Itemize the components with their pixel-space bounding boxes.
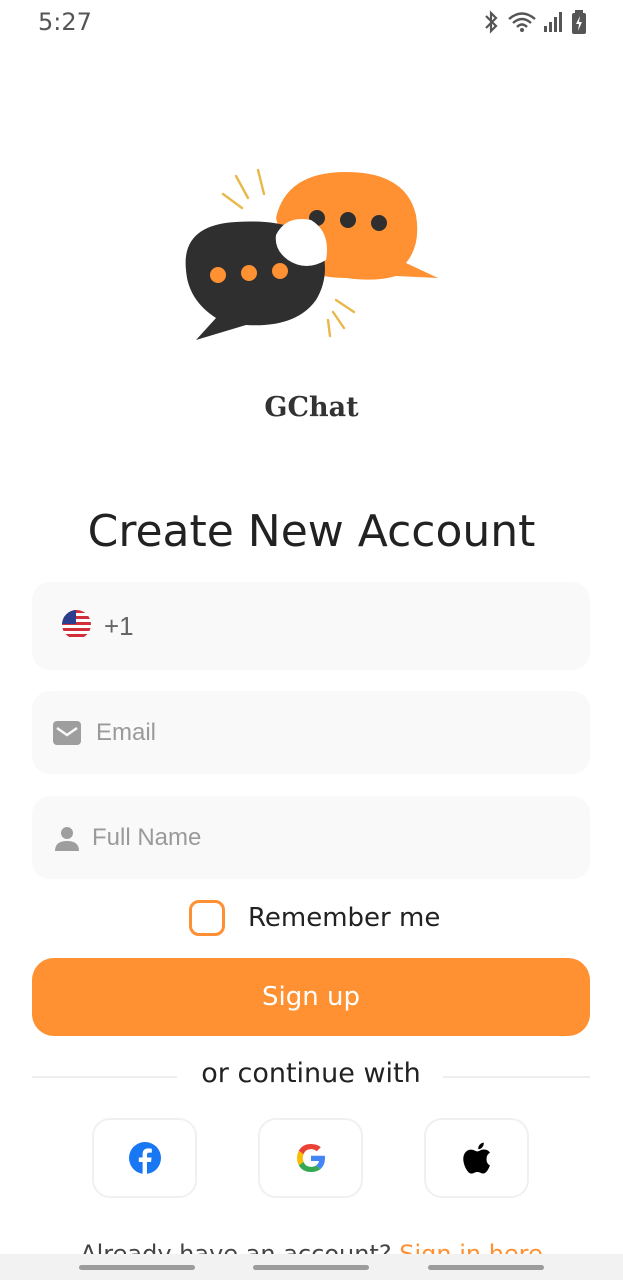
signal-icon	[544, 12, 562, 32]
nav-home-handle[interactable]	[253, 1265, 369, 1270]
google-login-button[interactable]	[258, 1118, 363, 1198]
divider-line	[443, 1076, 590, 1078]
email-field[interactable]	[32, 691, 590, 774]
us-flag-icon[interactable]	[62, 610, 91, 639]
nav-recent-handle[interactable]	[79, 1265, 195, 1270]
email-input[interactable]	[96, 718, 570, 747]
page-title: Create New Account	[87, 506, 536, 557]
country-code[interactable]: +1	[104, 611, 134, 642]
facebook-login-button[interactable]	[92, 1118, 197, 1198]
status-icons	[481, 10, 587, 34]
wifi-icon	[508, 12, 536, 32]
divider-text: or continue with	[201, 1058, 421, 1089]
remember-me[interactable]: Remember me	[189, 900, 440, 936]
apple-login-button[interactable]	[424, 1118, 529, 1198]
remember-me-checkbox[interactable]	[189, 900, 225, 936]
bluetooth-icon	[485, 10, 498, 34]
status-bar: 5:27	[0, 0, 623, 44]
social-divider: or continue with	[32, 1056, 590, 1098]
person-icon	[55, 826, 79, 851]
nav-back-handle[interactable]	[428, 1265, 544, 1270]
full-name-field[interactable]	[32, 796, 590, 879]
facebook-icon	[128, 1142, 161, 1174]
google-icon	[296, 1144, 325, 1172]
mail-icon	[53, 720, 81, 745]
chat-bubbles-logo	[185, 168, 438, 340]
sign-up-button[interactable]: Sign up	[32, 958, 590, 1036]
app-name: GChat	[264, 392, 359, 423]
remember-me-label[interactable]: Remember me	[248, 903, 440, 933]
status-time: 5:27	[38, 8, 92, 36]
full-name-input[interactable]	[92, 823, 570, 852]
phone-field[interactable]: +1	[32, 582, 590, 670]
battery-charging-icon	[572, 10, 586, 34]
apple-icon	[462, 1142, 490, 1174]
navigation-bar	[0, 1254, 623, 1280]
